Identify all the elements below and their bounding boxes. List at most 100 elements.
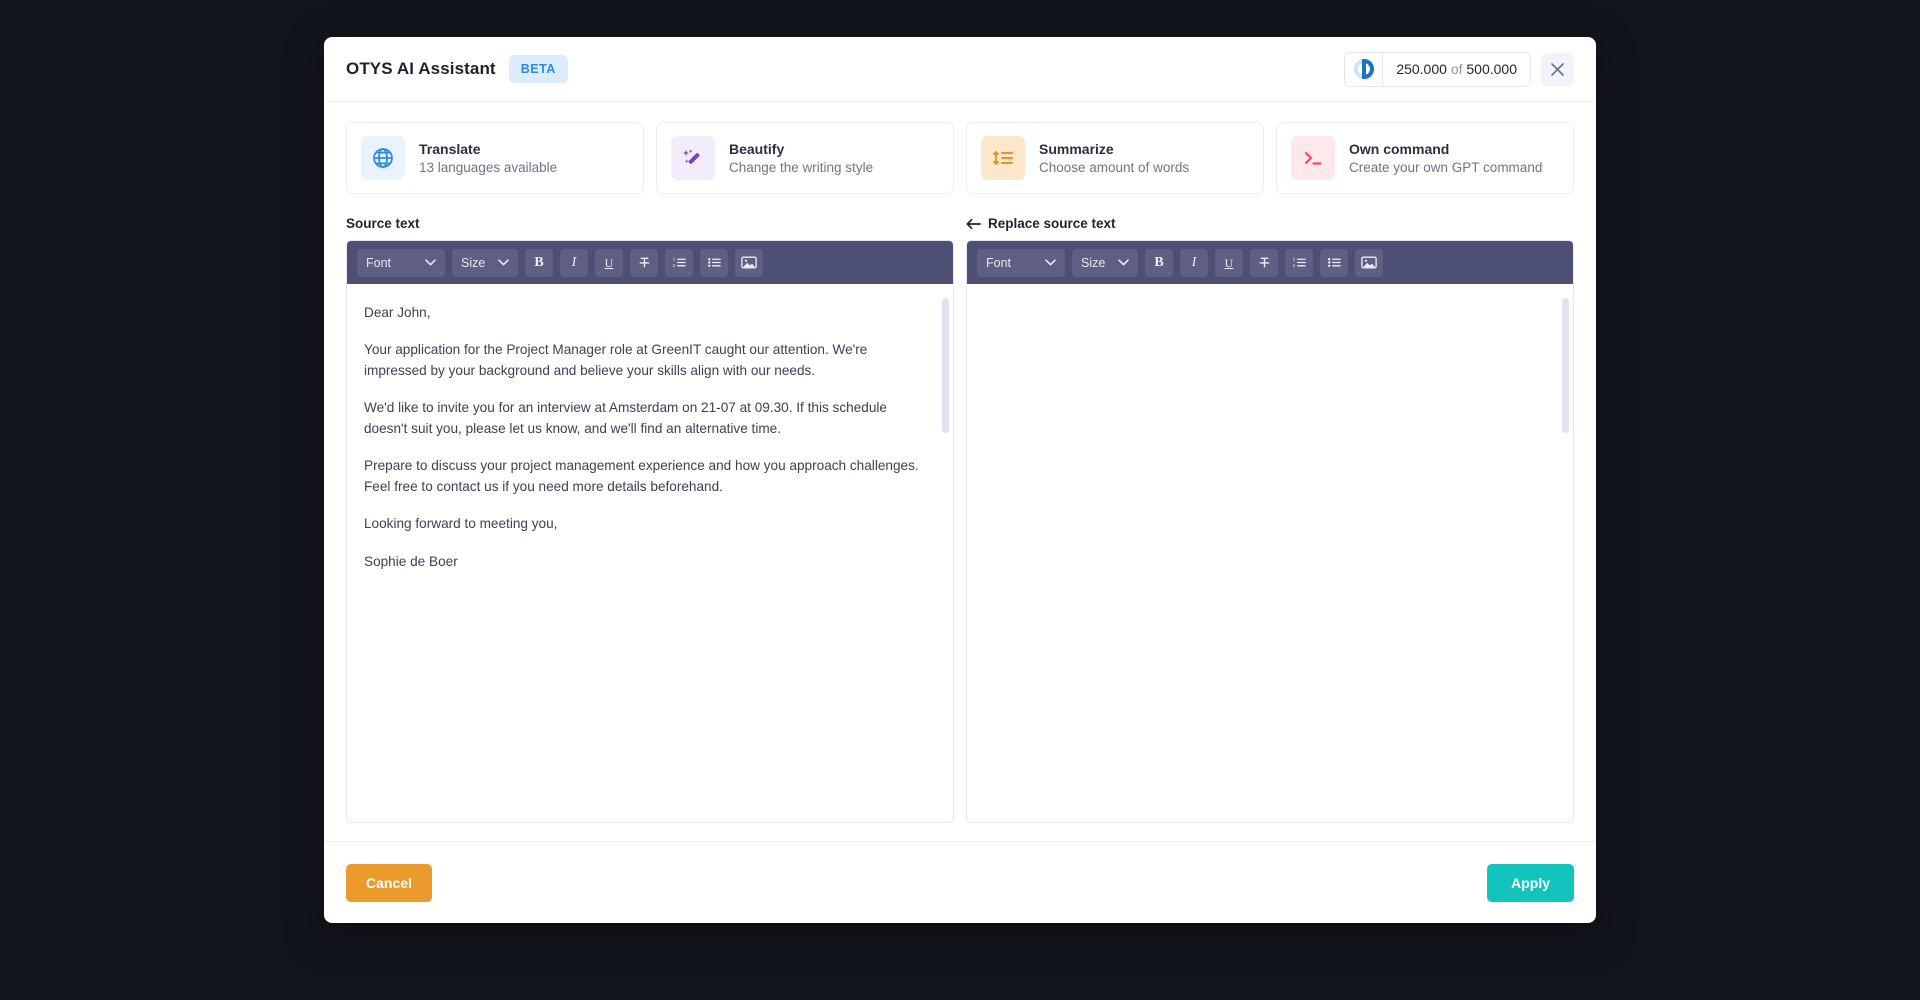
cancel-button[interactable]: Cancel: [346, 863, 432, 902]
numbered-list-button[interactable]: 12: [665, 248, 693, 277]
source-editor: Font Size B I U 1 2 Dear John, Your appl…: [346, 240, 954, 823]
donut-progress-icon: [1345, 52, 1384, 86]
result-pane-label-text: Replace source text: [988, 216, 1116, 231]
underline-label: U: [1224, 255, 1234, 270]
source-paragraph: Dear John,: [364, 305, 431, 320]
header-actions: 250.000 of 500.000: [1344, 51, 1574, 87]
chevron-down-icon: [498, 259, 509, 266]
source-editor-toolbar: Font Size B I U 1 2: [347, 241, 953, 284]
font-select[interactable]: Font: [357, 248, 445, 277]
close-button[interactable]: [1541, 52, 1574, 86]
italic-button[interactable]: I: [1180, 248, 1208, 277]
source-paragraph: We'd like to invite you for an interview…: [364, 400, 887, 437]
token-usage-text: 250.000 of 500.000: [1383, 61, 1530, 77]
size-select[interactable]: Size: [452, 248, 518, 277]
action-card-text: Beautify Change the writing style: [729, 141, 873, 175]
underline-button[interactable]: U: [595, 248, 623, 277]
size-select-label: Size: [461, 255, 486, 270]
globe-icon: [361, 136, 405, 180]
source-paragraph: Your application for the Project Manager…: [364, 342, 868, 379]
action-card-subtitle: Change the writing style: [729, 160, 874, 175]
action-card-subtitle: Choose amount of words: [1039, 160, 1190, 175]
bullet-list-icon: [1327, 258, 1341, 267]
action-card-text: Translate 13 languages available: [419, 141, 557, 175]
action-cards: Translate 13 languages available Beautif…: [346, 122, 1574, 194]
dialog-body: Translate 13 languages available Beautif…: [324, 102, 1596, 823]
chevron-down-icon: [1045, 259, 1056, 266]
italic-label: I: [1191, 254, 1197, 270]
bold-button[interactable]: B: [525, 248, 553, 277]
tokens-of-label: of: [1450, 61, 1463, 77]
insert-image-button[interactable]: [735, 248, 763, 277]
action-card-title: Beautify: [729, 141, 785, 157]
font-select-label: Font: [986, 255, 1012, 270]
svg-text:2: 2: [1292, 263, 1295, 268]
bullet-list-icon: [707, 258, 721, 267]
source-paragraph: Looking forward to meeting you,: [364, 516, 558, 532]
image-icon: [1361, 256, 1377, 269]
result-pane-label: Replace source text: [966, 216, 1574, 231]
action-card-title: Own command: [1349, 141, 1450, 157]
replace-source-text-button[interactable]: [966, 218, 981, 230]
strikethrough-button[interactable]: [1250, 248, 1278, 277]
result-editor-scrollbar[interactable]: [1562, 298, 1569, 433]
result-editor-area[interactable]: [967, 284, 1573, 822]
chevron-down-icon: [1118, 259, 1129, 266]
apply-button[interactable]: Apply: [1487, 863, 1574, 902]
numbered-list-button[interactable]: 12: [1285, 248, 1313, 277]
result-editor: Font Size B I U 1 2: [966, 240, 1574, 823]
tokens-used: 250.000: [1396, 61, 1447, 77]
arrow-left-icon: [966, 218, 981, 229]
action-card-beautify[interactable]: Beautify Change the writing style: [656, 122, 954, 194]
svg-text:1: 1: [672, 257, 675, 262]
size-select[interactable]: Size: [1072, 248, 1138, 277]
bullet-list-button[interactable]: [700, 248, 728, 277]
strikethrough-icon: [639, 257, 649, 268]
dialog-footer: Cancel Apply: [324, 841, 1596, 923]
action-card-text: Summarize Choose amount of words: [1039, 141, 1189, 175]
svg-text:2: 2: [672, 263, 675, 268]
bold-button[interactable]: B: [1145, 248, 1173, 277]
bold-label: B: [534, 254, 544, 270]
action-card-text: Own command Create your own GPT command: [1349, 141, 1542, 175]
source-paragraph: Sophie de Boer: [364, 553, 458, 569]
size-select-label: Size: [1081, 255, 1106, 270]
result-editor-toolbar: Font Size B I U 1 2: [967, 241, 1573, 284]
action-card-title: Translate: [419, 141, 481, 157]
numbered-list-icon: 12: [672, 257, 686, 268]
bold-label: B: [1154, 254, 1164, 270]
source-editor-content[interactable]: Dear John, Your application for the Proj…: [347, 284, 953, 590]
dialog-header: OTYS AI Assistant BETA 250.000 of 500.00…: [324, 37, 1596, 102]
source-pane-label: Source text: [346, 216, 954, 231]
beta-badge: BETA: [508, 55, 568, 83]
action-card-subtitle: Create your own GPT command: [1349, 160, 1543, 175]
strikethrough-button[interactable]: [630, 248, 658, 277]
source-paragraph: Prepare to discuss your project manageme…: [364, 458, 919, 495]
action-card-summarize[interactable]: Summarize Choose amount of words: [966, 122, 1264, 194]
tokens-total: 500.000: [1466, 61, 1517, 77]
source-editor-area[interactable]: Dear John, Your application for the Proj…: [347, 284, 953, 822]
editor-panes: Source text Font Size B I U 1 2 Dear Joh…: [346, 216, 1574, 823]
underline-button[interactable]: U: [1215, 248, 1243, 277]
screen: OTYS AI Assistant BETA 250.000 of 500.00…: [0, 0, 1920, 1000]
action-card-subtitle: 13 languages available: [419, 160, 558, 175]
underline-label: U: [604, 255, 614, 270]
result-editor-content[interactable]: [967, 284, 1573, 320]
action-card-own-command[interactable]: Own command Create your own GPT command: [1276, 122, 1574, 194]
numbered-list-icon: 12: [1292, 257, 1306, 268]
source-editor-scrollbar[interactable]: [942, 298, 949, 433]
font-select-label: Font: [366, 255, 392, 270]
dialog-title: OTYS AI Assistant: [346, 59, 496, 78]
svg-text:1: 1: [1292, 257, 1295, 262]
ai-assistant-dialog: OTYS AI Assistant BETA 250.000 of 500.00…: [324, 37, 1596, 923]
font-select[interactable]: Font: [977, 248, 1065, 277]
token-usage-pill: 250.000 of 500.000: [1344, 51, 1531, 87]
image-icon: [741, 256, 757, 269]
chevron-down-icon: [425, 259, 436, 266]
action-card-translate[interactable]: Translate 13 languages available: [346, 122, 644, 194]
source-pane-label-text: Source text: [346, 216, 420, 231]
italic-button[interactable]: I: [560, 248, 588, 277]
terminal-icon: [1291, 136, 1335, 180]
bullet-list-button[interactable]: [1320, 248, 1348, 277]
insert-image-button[interactable]: [1355, 248, 1383, 277]
